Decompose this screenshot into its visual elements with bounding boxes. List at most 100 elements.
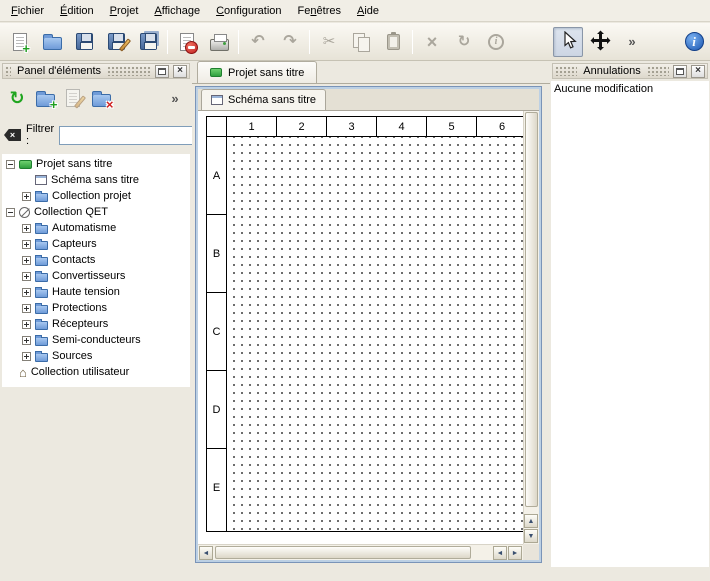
panel-overflow-button[interactable]: » bbox=[161, 84, 189, 112]
filter-input[interactable] bbox=[59, 126, 209, 145]
expander-plus-icon[interactable] bbox=[22, 240, 31, 249]
delete-collection-button[interactable]: × bbox=[87, 84, 115, 112]
tree-item-capteurs[interactable]: Capteurs bbox=[2, 236, 190, 252]
dock-grip[interactable] bbox=[647, 66, 669, 76]
expander-plus-icon[interactable] bbox=[22, 320, 31, 329]
save-all-button[interactable] bbox=[133, 27, 163, 57]
tree-item-collection-projet[interactable]: Collection projet bbox=[2, 188, 190, 204]
close-project-button[interactable] bbox=[172, 27, 202, 57]
copy-button[interactable] bbox=[346, 27, 376, 57]
tree-item-haute-tension[interactable]: Haute tension bbox=[2, 284, 190, 300]
diagram-viewport[interactable]: 1 2 3 4 5 6 A B C D bbox=[198, 111, 523, 544]
clear-filter-icon[interactable]: × bbox=[4, 129, 21, 141]
dock-grip[interactable] bbox=[555, 66, 577, 76]
horizontal-scrollbar[interactable]: ◄ ◄ ► bbox=[198, 544, 523, 560]
expander-plus-icon[interactable] bbox=[22, 288, 31, 297]
dock-float-button[interactable] bbox=[155, 65, 169, 78]
scroll-left-button[interactable]: ◄ bbox=[493, 546, 507, 560]
menu-item-fichier[interactable]: Fichier bbox=[3, 2, 52, 20]
column-header: 1 bbox=[227, 117, 277, 136]
pan-mode-button[interactable] bbox=[585, 27, 615, 57]
tree-item-contacts[interactable]: Contacts bbox=[2, 252, 190, 268]
dock-close-button[interactable]: × bbox=[173, 65, 187, 78]
elements-panel-titlebar[interactable]: Panel d'éléments × bbox=[2, 63, 190, 79]
expander-plus-icon[interactable] bbox=[22, 352, 31, 361]
tree-item-projet-sans-titre[interactable]: Projet sans titre bbox=[2, 156, 190, 172]
undo-button[interactable]: ↶ bbox=[243, 27, 273, 57]
dock-title: Annulations bbox=[581, 65, 643, 77]
redo-button[interactable]: ↷ bbox=[275, 27, 305, 57]
rotate-button[interactable]: ↻ bbox=[449, 27, 479, 57]
delete-icon: × bbox=[427, 33, 438, 51]
element-info-button[interactable]: i bbox=[481, 27, 511, 57]
save-icon bbox=[76, 33, 93, 50]
horizontal-scroll-thumb[interactable] bbox=[215, 546, 471, 559]
save-button[interactable] bbox=[69, 27, 99, 57]
menu-item-aide[interactable]: Aide bbox=[349, 2, 387, 20]
scroll-left-icon: ◄ bbox=[497, 550, 504, 557]
scroll-right-button[interactable]: ► bbox=[508, 546, 522, 560]
vertical-scroll-thumb[interactable] bbox=[525, 112, 538, 507]
dock-float-button[interactable] bbox=[673, 65, 687, 78]
expander-plus-icon[interactable] bbox=[22, 304, 31, 313]
diagram-grid[interactable] bbox=[227, 137, 523, 531]
delete-button[interactable]: × bbox=[417, 27, 447, 57]
about-button[interactable]: i bbox=[679, 27, 709, 57]
new-collection-icon: + bbox=[36, 90, 55, 107]
menu-item-fenetres[interactable]: Fenêtres bbox=[290, 2, 349, 20]
tab-schema-sans-titre[interactable]: Schéma sans titre bbox=[201, 89, 326, 110]
tree-item-convertisseurs[interactable]: Convertisseurs bbox=[2, 268, 190, 284]
project-tabbar: Projet sans titre bbox=[192, 61, 550, 84]
expander-plus-icon[interactable] bbox=[22, 224, 31, 233]
project-subwindow: Schéma sans titre 1 2 3 4 5 6 bbox=[195, 86, 542, 563]
tree-item-automatisme[interactable]: Automatisme bbox=[2, 220, 190, 236]
cut-icon: ✂ bbox=[323, 34, 336, 49]
menu-item-edition[interactable]: Édition bbox=[52, 2, 102, 20]
expander-plus-icon[interactable] bbox=[22, 256, 31, 265]
undo-history-list[interactable]: Aucune modification bbox=[551, 81, 709, 567]
scroll-up-icon: ▲ bbox=[528, 518, 535, 525]
tree-item-sources[interactable]: Sources bbox=[2, 348, 190, 364]
tree-item-collection-utilisateur[interactable]: ⌂ Collection utilisateur bbox=[2, 364, 190, 380]
horizontal-scroll-buttons: ◄ ► bbox=[493, 546, 522, 560]
new-collection-button[interactable]: + bbox=[31, 84, 59, 112]
row-header-column: A B C D E bbox=[207, 137, 227, 531]
scroll-left-button[interactable]: ◄ bbox=[199, 546, 213, 560]
tree-item-recepteurs[interactable]: Récepteurs bbox=[2, 316, 190, 332]
dock-close-button[interactable]: × bbox=[691, 65, 705, 78]
elements-panel-toolbar: ↻ + × » bbox=[0, 82, 192, 114]
expander-plus-icon[interactable] bbox=[22, 192, 31, 201]
tree-item-protections[interactable]: Protections bbox=[2, 300, 190, 316]
edit-collection-button[interactable] bbox=[59, 84, 87, 112]
column-header: 2 bbox=[277, 117, 327, 136]
expander-minus-icon[interactable] bbox=[6, 208, 15, 217]
reload-collections-button[interactable]: ↻ bbox=[3, 84, 31, 112]
dock-grip[interactable] bbox=[107, 66, 151, 76]
menu-item-affichage[interactable]: Affichage bbox=[146, 2, 208, 20]
tab-projet-sans-titre[interactable]: Projet sans titre bbox=[197, 61, 317, 83]
toolbar-overflow-button[interactable]: » bbox=[617, 27, 647, 57]
tree-item-schema-sans-titre[interactable]: Schéma sans titre bbox=[2, 172, 190, 188]
expander-plus-icon[interactable] bbox=[22, 272, 31, 281]
tree-item-collection-qet[interactable]: Collection QET bbox=[2, 204, 190, 220]
vertical-scrollbar[interactable]: ▲ ▼ bbox=[523, 111, 539, 544]
open-project-button[interactable] bbox=[37, 27, 67, 57]
menu-item-projet[interactable]: Projet bbox=[102, 2, 147, 20]
diagram-sheet[interactable]: 1 2 3 4 5 6 A B C D bbox=[206, 116, 523, 532]
print-button[interactable] bbox=[204, 27, 234, 57]
save-all-icon bbox=[140, 33, 157, 50]
scroll-down-button[interactable]: ▼ bbox=[524, 529, 538, 543]
save-as-button[interactable] bbox=[101, 27, 131, 57]
cut-button[interactable]: ✂ bbox=[314, 27, 344, 57]
select-mode-button[interactable] bbox=[553, 27, 583, 57]
new-project-button[interactable]: + bbox=[5, 27, 35, 57]
menu-item-configuration[interactable]: Configuration bbox=[208, 2, 289, 20]
scroll-up-button[interactable]: ▲ bbox=[524, 514, 538, 528]
expander-plus-icon[interactable] bbox=[22, 336, 31, 345]
expander-minus-icon[interactable] bbox=[6, 160, 15, 169]
tree-item-semi-conducteurs[interactable]: Semi-conducteurs bbox=[2, 332, 190, 348]
paste-button[interactable] bbox=[378, 27, 408, 57]
dock-grip[interactable] bbox=[5, 66, 11, 76]
schema-icon bbox=[35, 175, 47, 185]
undo-dock-titlebar[interactable]: Annulations × bbox=[552, 63, 708, 79]
